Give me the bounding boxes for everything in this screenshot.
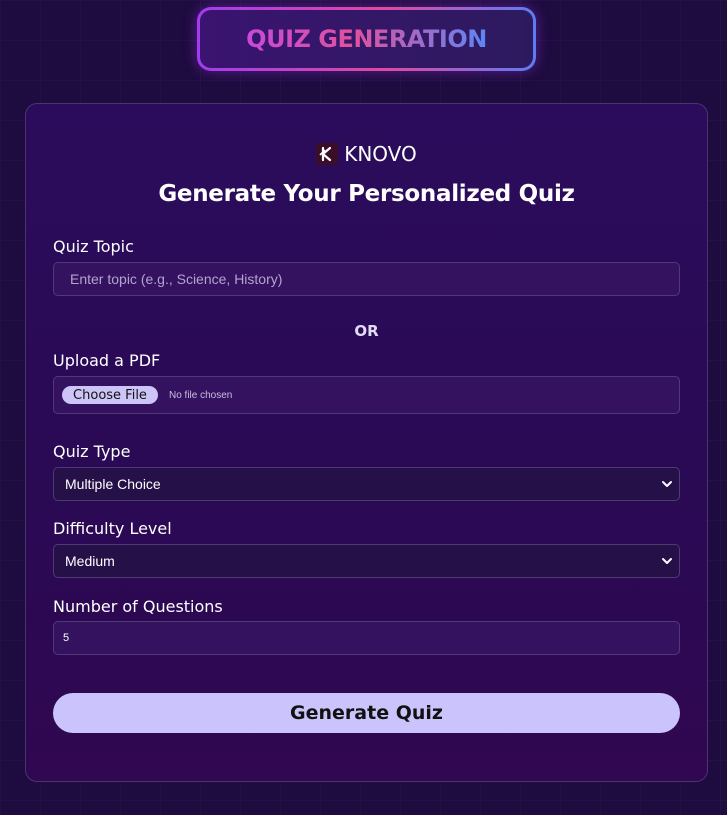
difficulty-select[interactable]: Medium xyxy=(53,544,680,578)
or-separator: OR xyxy=(354,322,379,340)
num-questions-value: 5 xyxy=(63,632,70,644)
upload-pdf-label: Upload a PDF xyxy=(53,351,161,370)
quiz-type-selected-value: Multiple Choice xyxy=(65,476,161,492)
quiz-topic-label: Quiz Topic xyxy=(53,237,134,256)
quiz-type-select[interactable]: Multiple Choice xyxy=(53,467,680,501)
knovo-logo-icon xyxy=(316,143,339,165)
banner-title: QUIZ GENERATION xyxy=(246,25,487,53)
quiz-form-card: KNOVO Generate Your Personalized Quiz Qu… xyxy=(25,103,708,782)
brand: KNOVO xyxy=(26,142,707,166)
quiz-generation-banner: QUIZ GENERATION xyxy=(197,7,536,71)
choose-file-button[interactable]: Choose File xyxy=(62,386,158,404)
chevron-down-icon xyxy=(662,558,672,564)
chevron-down-icon xyxy=(662,481,672,487)
num-questions-input[interactable]: 5 xyxy=(53,621,680,655)
quiz-type-label: Quiz Type xyxy=(53,442,131,461)
difficulty-label: Difficulty Level xyxy=(53,519,172,538)
pdf-file-input[interactable]: Choose File No file chosen xyxy=(53,376,680,414)
banner-inner: QUIZ GENERATION xyxy=(200,10,533,68)
quiz-topic-field-wrapper xyxy=(53,262,680,296)
difficulty-selected-value: Medium xyxy=(65,553,115,569)
quiz-topic-input[interactable] xyxy=(54,263,679,295)
page-title: Generate Your Personalized Quiz xyxy=(158,181,575,207)
num-questions-label: Number of Questions xyxy=(53,597,223,616)
brand-name: KNOVO xyxy=(344,142,417,166)
generate-quiz-button[interactable]: Generate Quiz xyxy=(53,693,680,733)
file-status-text: No file chosen xyxy=(169,390,233,401)
